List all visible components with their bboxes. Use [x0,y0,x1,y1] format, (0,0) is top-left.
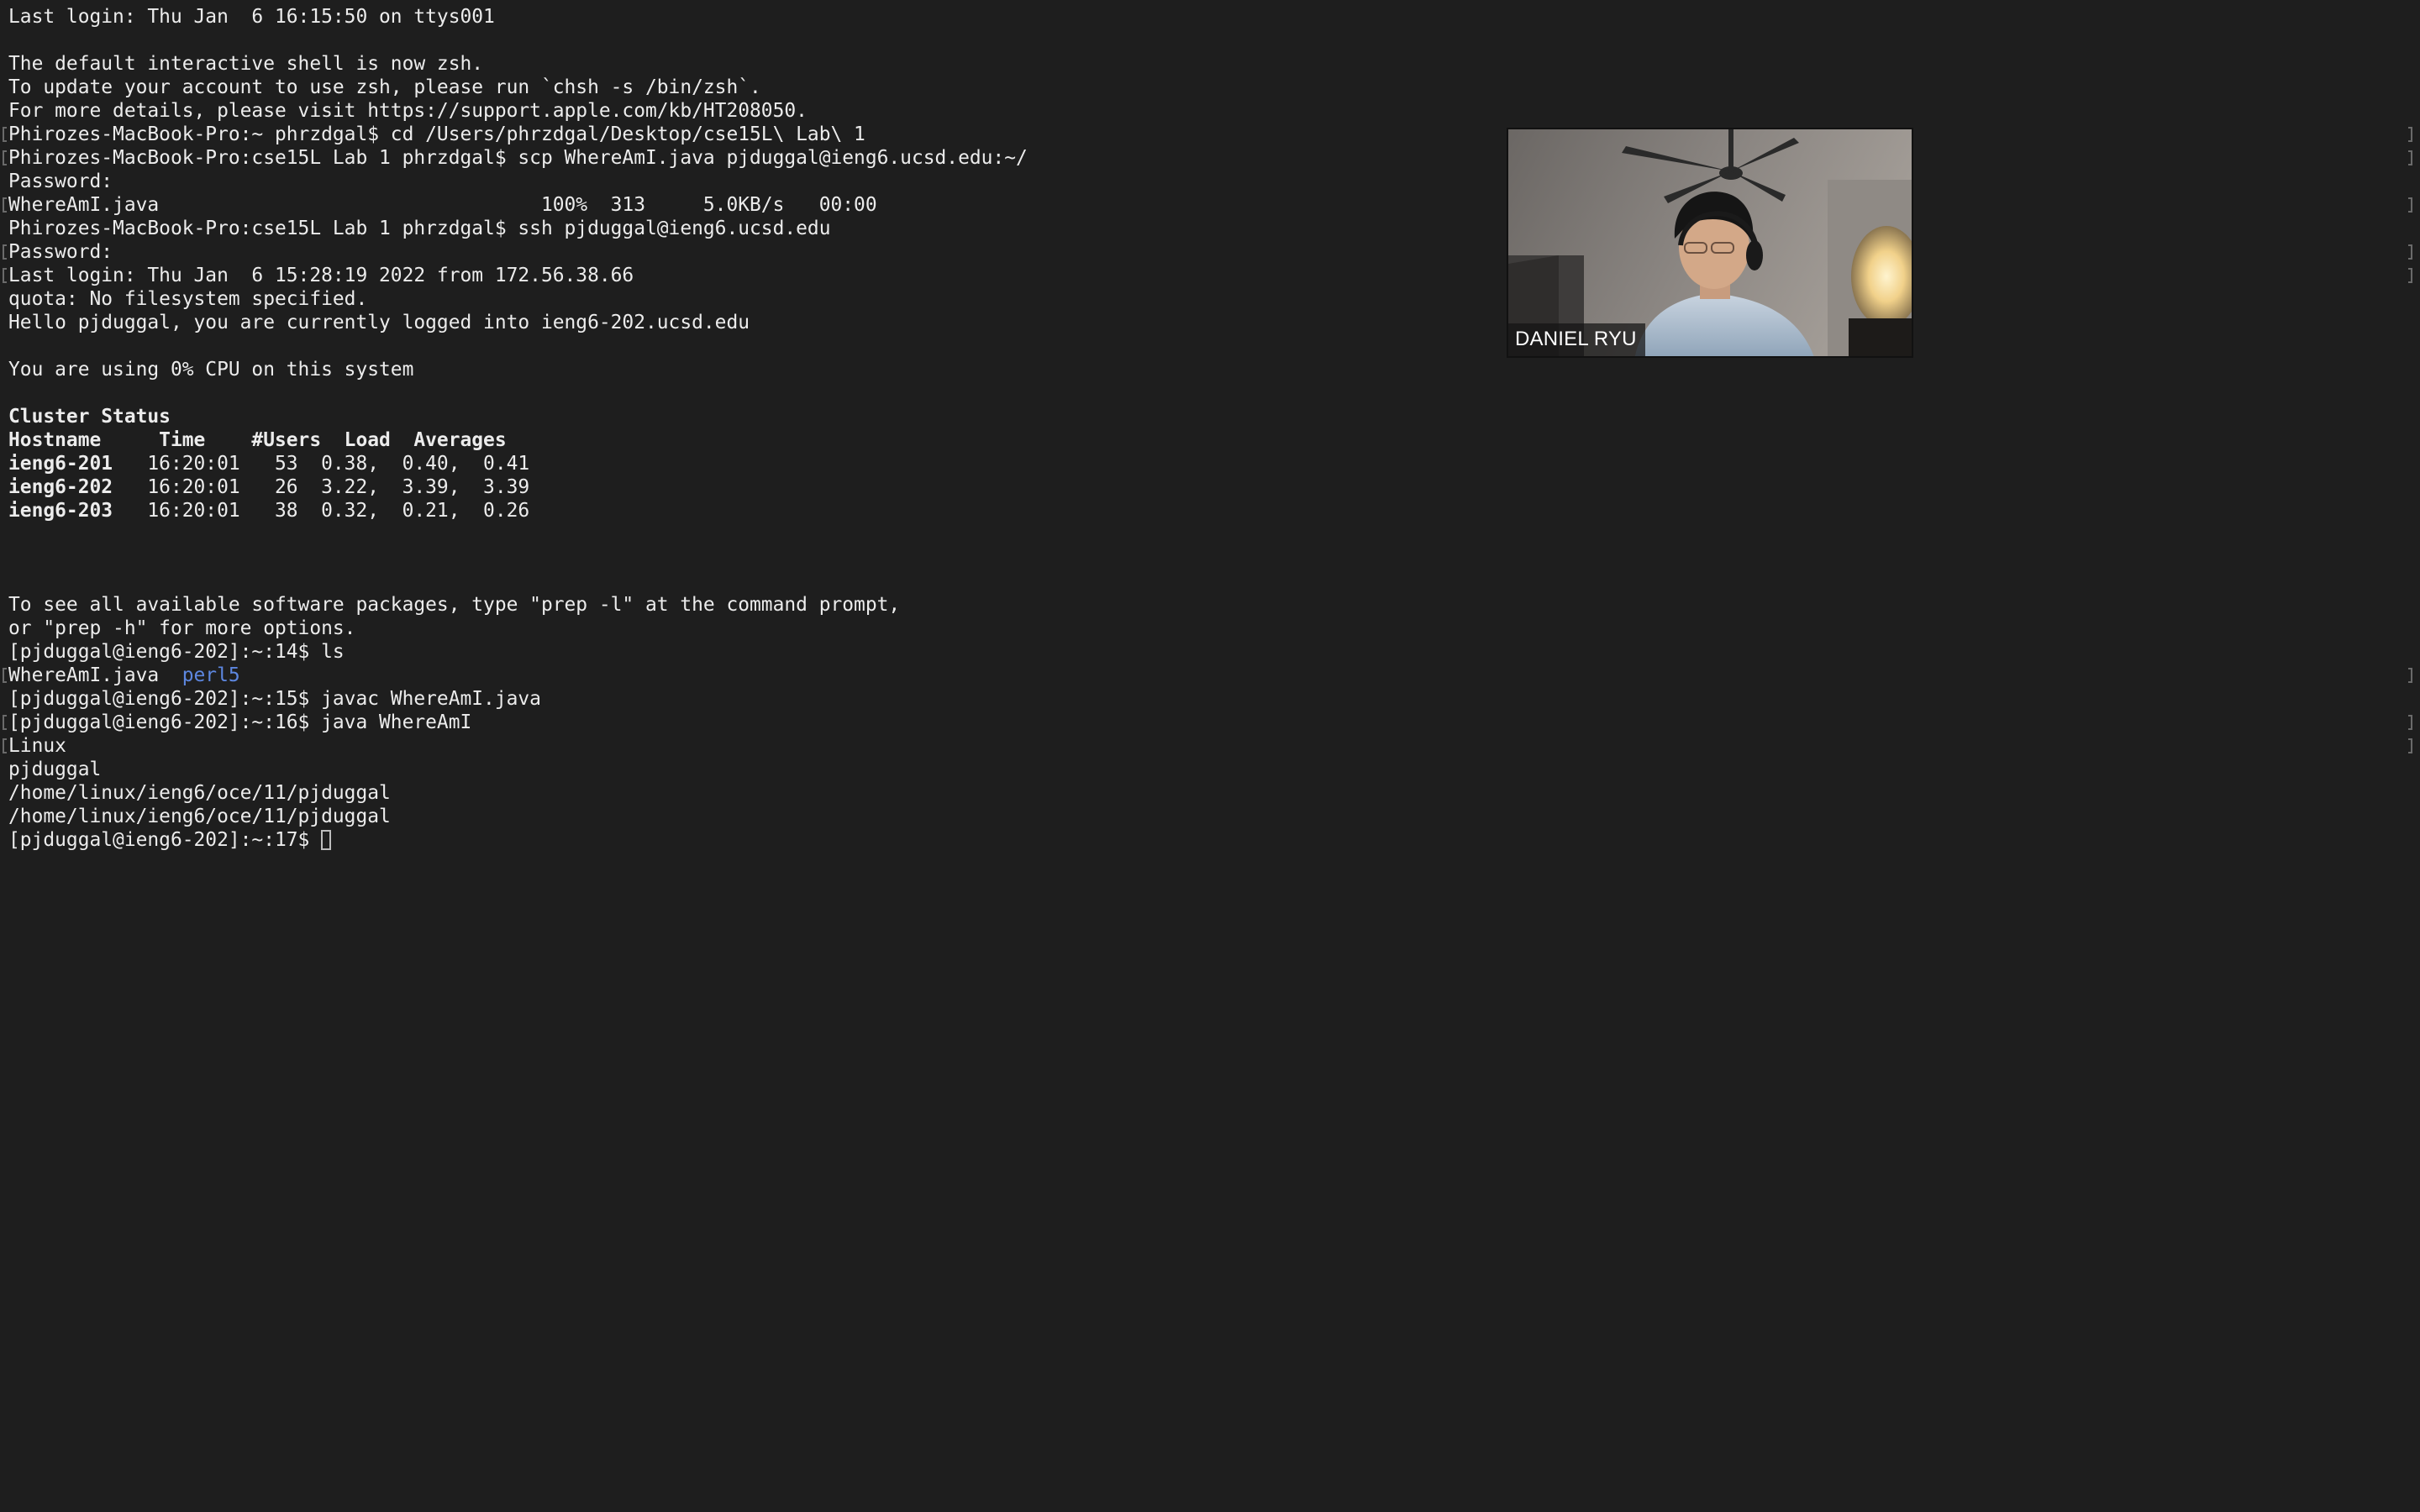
terminal-line: Phirozes-MacBook-Pro:cse15L Lab 1 phrzdg… [8,146,1028,170]
terminal-line: [pjduggal@ieng6-202]:~:16$ java WhereAmI [8,711,1028,734]
terminal-line: Linux [8,734,1028,758]
line-text: Last login: Thu Jan 6 16:15:50 on ttys00… [8,6,495,28]
line-text: Cluster Status [8,406,171,428]
line-text: The default interactive shell is now zsh… [8,53,484,75]
line-text: [pjduggal@ieng6-202]:~:15$ javac WhereAm… [8,688,541,710]
line-text: [pjduggal@ieng6-202]:~:16$ java WhereAmI [8,711,472,733]
terminal-line: ieng6-201 16:20:01 53 0.38, 0.40, 0.41 [8,452,1028,475]
host-stats: 16:20:01 38 0.32, 0.21, 0.26 [113,500,530,522]
host-name: ieng6-201 [8,453,113,475]
terminal-line: Password: [8,170,1028,193]
line-mark [2408,197,2412,213]
participant-video-tile[interactable]: DANIEL RYU [1507,128,1913,358]
line-mark [2408,150,2412,165]
terminal-line: Password: [8,240,1028,264]
terminal-line: You are using 0% CPU on this system [8,358,1028,381]
terminal-line: To update your account to use zsh, pleas… [8,76,1028,99]
line-text: [pjduggal@ieng6-202]:~:17$ [8,829,322,851]
line-text: WhereAmI.java [8,664,182,686]
line-mark [3,268,7,283]
host-name: ieng6-202 [8,476,113,498]
line-mark [2408,738,2412,753]
terminal-line: or "prep -h" for more options. [8,617,1028,640]
terminal-line: To see all available software packages, … [8,593,1028,617]
line-mark [3,244,7,260]
terminal-line: Hostname Time #Users Load Averages [8,428,1028,452]
line-mark [3,668,7,683]
line-mark [2408,668,2412,683]
line-text: To update your account to use zsh, pleas… [8,76,761,98]
host-stats: 16:20:01 26 3.22, 3.39, 3.39 [113,476,530,498]
line-text: Phirozes-MacBook-Pro:~ phrzdgal$ cd /Use… [8,123,865,145]
line-text: /home/linux/ieng6/oce/11/pjduggal [8,806,391,827]
participant-name-label: DANIEL RYU [1508,323,1645,356]
line-text: Linux [8,735,66,757]
terminal-line: [pjduggal@ieng6-202]:~:15$ javac WhereAm… [8,687,1028,711]
terminal-line: Cluster Status [8,405,1028,428]
line-text: [pjduggal@ieng6-202]:~:14$ ls [8,641,345,663]
line-mark [3,197,7,213]
terminal-line: Phirozes-MacBook-Pro:~ phrzdgal$ cd /Use… [8,123,1028,146]
line-text: Last login: Thu Jan 6 15:28:19 2022 from… [8,265,634,286]
line-mark [2408,244,2412,260]
line-text: Password: [8,171,113,192]
terminal-cursor[interactable] [321,830,332,850]
line-mark [3,738,7,753]
line-mark [3,715,7,730]
terminal-output[interactable]: Last login: Thu Jan 6 16:15:50 on ttys00… [8,5,1028,852]
line-text: Phirozes-MacBook-Pro:cse15L Lab 1 phrzdg… [8,147,1028,169]
terminal-line: [pjduggal@ieng6-202]:~:14$ ls [8,640,1028,664]
line-text: Phirozes-MacBook-Pro:cse15L Lab 1 phrzdg… [8,218,831,239]
terminal-line: quota: No filesystem specified. [8,287,1028,311]
line-text: Hostname Time #Users Load Averages [8,429,507,451]
terminal-line: Phirozes-MacBook-Pro:cse15L Lab 1 phrzdg… [8,217,1028,240]
line-text: quota: No filesystem specified. [8,288,368,310]
terminal-line: ieng6-202 16:20:01 26 3.22, 3.39, 3.39 [8,475,1028,499]
terminal-line: pjduggal [8,758,1028,781]
terminal-line: [pjduggal@ieng6-202]:~:17$ [8,828,1028,852]
terminal-line: WhereAmI.java perl5 [8,664,1028,687]
terminal-line: /home/linux/ieng6/oce/11/pjduggal [8,805,1028,828]
line-text: or "prep -h" for more options. [8,617,356,639]
directory-entry: perl5 [182,664,240,686]
terminal-line: ieng6-203 16:20:01 38 0.32, 0.21, 0.26 [8,499,1028,522]
terminal-line: Last login: Thu Jan 6 15:28:19 2022 from… [8,264,1028,287]
line-mark [2408,715,2412,730]
terminal-line: The default interactive shell is now zsh… [8,52,1028,76]
terminal-line: /home/linux/ieng6/oce/11/pjduggal [8,781,1028,805]
line-text: pjduggal [8,759,102,780]
line-mark [3,127,7,142]
line-mark [2408,127,2412,142]
terminal-line: Last login: Thu Jan 6 16:15:50 on ttys00… [8,5,1028,29]
line-text: For more details, please visit https://s… [8,100,808,122]
line-text: /home/linux/ieng6/oce/11/pjduggal [8,782,391,804]
line-text: You are using 0% CPU on this system [8,359,414,381]
line-mark [2408,268,2412,283]
line-text: To see all available software packages, … [8,594,901,616]
terminal-window[interactable]: Last login: Thu Jan 6 16:15:50 on ttys00… [0,0,2420,1512]
terminal-line: WhereAmI.java 100% 313 5.0KB/s 00:00 [8,193,1028,217]
host-name: ieng6-203 [8,500,113,522]
line-text: Hello pjduggal, you are currently logged… [8,312,750,333]
terminal-line: Hello pjduggal, you are currently logged… [8,311,1028,334]
line-text: Password: [8,241,113,263]
terminal-line: For more details, please visit https://s… [8,99,1028,123]
line-mark [3,150,7,165]
host-stats: 16:20:01 53 0.38, 0.40, 0.41 [113,453,530,475]
line-text: WhereAmI.java 100% 313 5.0KB/s 00:00 [8,194,877,216]
